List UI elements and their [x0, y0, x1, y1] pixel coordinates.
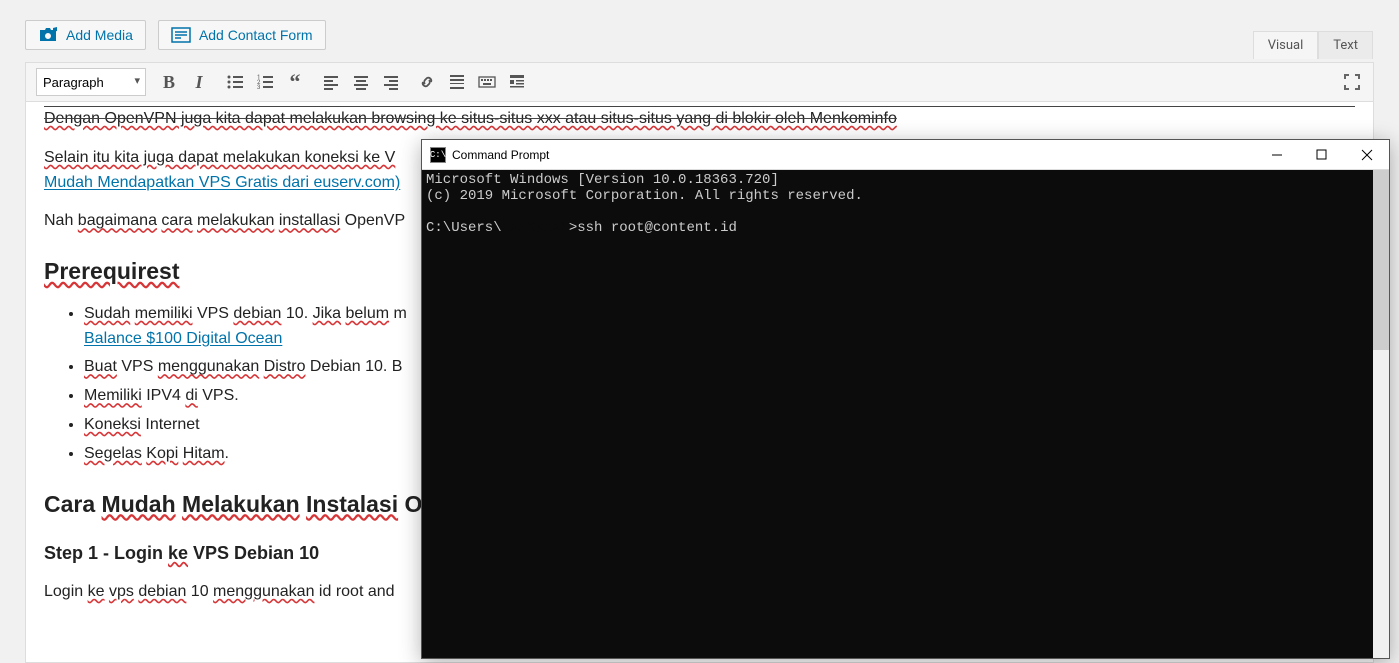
bold-button[interactable]: B	[154, 67, 184, 97]
add-contact-form-label: Add Contact Form	[199, 27, 313, 43]
content-top-cut: Dengan OpenVPN juga kita dapat melakukan…	[44, 106, 1355, 132]
cmd-body[interactable]: Microsoft Windows [Version 10.0.18363.72…	[422, 170, 1389, 658]
balance-link[interactable]: Balance $100 Digital Ocean	[84, 330, 282, 347]
vps-gratis-link[interactable]: Mudah Mendapatkan VPS Gratis dari euserv…	[44, 174, 400, 191]
toolbar: Paragraph B I 123 “	[26, 63, 1373, 102]
format-select[interactable]: Paragraph	[36, 68, 146, 96]
media-buttons-row: Add Media Add Contact Form	[25, 20, 1374, 50]
cmd-window-controls	[1254, 140, 1389, 169]
tab-visual[interactable]: Visual	[1253, 31, 1319, 59]
add-contact-form-button[interactable]: Add Contact Form	[158, 20, 326, 50]
cmd-minimize-button[interactable]	[1254, 140, 1299, 169]
cmd-scrollbar[interactable]	[1373, 170, 1389, 658]
fullscreen-button[interactable]	[1337, 67, 1367, 97]
command-prompt-window: C:\ Command Prompt Microsoft Windows [Ve…	[421, 139, 1390, 659]
align-center-button[interactable]	[346, 67, 376, 97]
tab-text[interactable]: Text	[1318, 31, 1373, 59]
cmd-close-button[interactable]	[1344, 140, 1389, 169]
form-icon	[171, 27, 191, 43]
link-button[interactable]	[412, 67, 442, 97]
insert-more-button[interactable]	[442, 67, 472, 97]
camera-music-icon	[38, 27, 58, 43]
add-media-label: Add Media	[66, 27, 133, 43]
cmd-icon: C:\	[430, 147, 446, 163]
italic-button[interactable]: I	[184, 67, 214, 97]
toolbar-toggle-button[interactable]	[502, 67, 532, 97]
blockquote-button[interactable]: “	[280, 67, 310, 97]
align-right-button[interactable]	[376, 67, 406, 97]
svg-text:3: 3	[257, 84, 260, 91]
format-select-wrap: Paragraph	[30, 68, 154, 96]
editor-tabs: Visual Text	[1253, 31, 1373, 59]
cmd-titlebar[interactable]: C:\ Command Prompt	[422, 140, 1389, 170]
cmd-maximize-button[interactable]	[1299, 140, 1344, 169]
cmd-title: Command Prompt	[452, 148, 549, 162]
cmd-scrollbar-thumb[interactable]	[1373, 170, 1389, 350]
bullet-list-button[interactable]	[220, 67, 250, 97]
fullscreen-icon	[1343, 73, 1361, 91]
numbered-list-button[interactable]: 123	[250, 67, 280, 97]
align-left-button[interactable]	[316, 67, 346, 97]
add-media-button[interactable]: Add Media	[25, 20, 146, 50]
keyboard-button[interactable]	[472, 67, 502, 97]
